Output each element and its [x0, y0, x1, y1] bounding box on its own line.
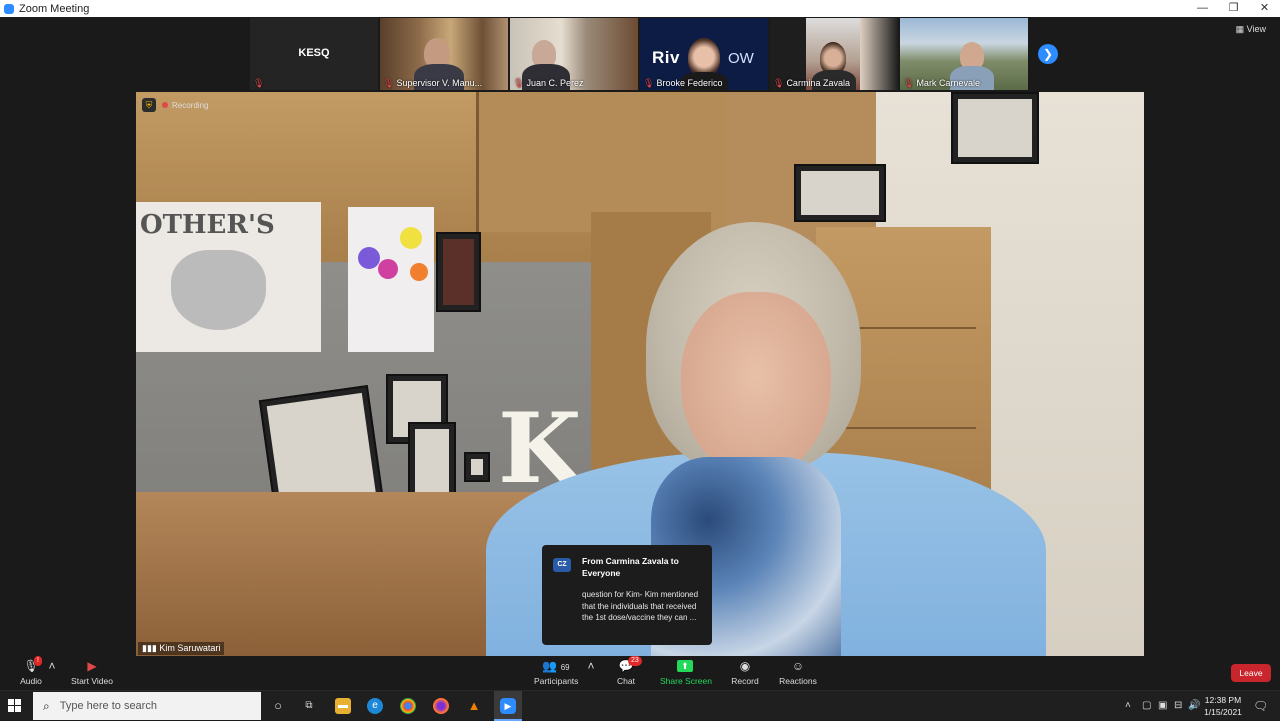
participants-options-chevron-icon[interactable]: ˄	[586, 658, 596, 676]
clock-date: 1/15/2021	[1204, 707, 1242, 717]
shield-icon[interactable]: ⛨	[142, 98, 156, 112]
chat-message: question for Kim- Kim mentioned that the…	[582, 590, 699, 622]
taskbar-clock[interactable]: 12:38 PM 1/15/2021	[1200, 694, 1246, 718]
photo-frame	[794, 164, 886, 222]
reactions-button[interactable]: ☺ Reactions	[778, 658, 818, 686]
view-button[interactable]: ▦ View	[1236, 24, 1266, 35]
record-button[interactable]: ◉ Record	[730, 658, 760, 686]
recording-dot-icon	[162, 102, 168, 108]
participant-tile[interactable]: 🎙 Supervisor V. Manu...	[380, 18, 508, 90]
notifications-icon[interactable]: 🗨	[1253, 691, 1268, 721]
chat-count-badge: 23	[628, 656, 642, 666]
video-off-icon: ▶	[87, 659, 97, 673]
gallery-next-arrow-icon[interactable]: ❯	[1038, 44, 1058, 64]
minimize-icon[interactable]: —	[1187, 0, 1218, 17]
chat-notification-popup[interactable]: CZ From Carmina Zavala to Everyone quest…	[542, 545, 712, 645]
windows-taskbar: ⌕ Type here to search ○ ⧉ ▬ e ▲ ▶ ˄ ▢ ▣ …	[0, 690, 1280, 721]
participant-tile[interactable]: 🎙 Carmina Zavala	[770, 18, 898, 90]
edge-browser-icon[interactable]: e	[367, 698, 383, 714]
zoom-window: Zoom Meeting — ❐ ✕ KESQ 🎙 🎙 Supervisor V.…	[0, 0, 1280, 721]
tray-app-icon[interactable]: ▣	[1158, 691, 1167, 721]
network-icon[interactable]: ⊟	[1174, 691, 1182, 721]
chat-button[interactable]: 💬 23 Chat	[614, 656, 642, 686]
recording-label: Recording	[172, 100, 209, 110]
muted-mic-icon: 🎙	[513, 78, 525, 88]
audio-options-chevron-icon[interactable]: ˄	[48, 658, 56, 676]
close-icon[interactable]: ✕	[1249, 0, 1280, 17]
vlc-icon[interactable]: ▲	[466, 698, 482, 714]
restore-icon[interactable]: ❐	[1218, 0, 1249, 17]
background-logo-text: Riv	[652, 48, 680, 67]
reactions-icon: ☺	[791, 659, 805, 673]
search-placeholder: Type here to search	[59, 700, 157, 712]
poster-text: OTHER'S	[140, 210, 275, 240]
background-logo-text: OW	[728, 50, 754, 67]
zoom-logo-icon	[4, 3, 14, 14]
photo-frame	[408, 422, 456, 500]
participant-name: Supervisor V. Manu...	[396, 78, 483, 88]
avatar: CZ	[553, 558, 571, 572]
chat-sender: From Carmina Zavala to Everyone	[582, 556, 679, 578]
window-title: Zoom Meeting	[19, 2, 90, 15]
task-view-icon[interactable]: ⧉	[301, 698, 317, 714]
share-screen-icon: ⬆	[677, 660, 693, 672]
search-icon: ⌕	[43, 698, 50, 713]
participant-gallery: KESQ 🎙 🎙 Supervisor V. Manu... 🎙 Juan C. P…	[250, 18, 1030, 90]
participant-tile[interactable]: 🎙 Juan C. Perez	[510, 18, 638, 90]
title-bar: Zoom Meeting — ❐ ✕	[0, 0, 1280, 17]
recording-indicator: ⛨ Recording	[142, 98, 208, 112]
tray-app-icon[interactable]: ▢	[1142, 691, 1151, 721]
wall-poster: OTHER'S	[136, 202, 321, 352]
participant-name: Carmina Zavala	[786, 78, 850, 88]
cortana-icon[interactable]: ○	[270, 698, 286, 714]
participant-name: KESQ	[298, 47, 330, 59]
signal-bars-icon: ▮▮▮	[142, 643, 160, 653]
taskbar-search-input[interactable]: ⌕ Type here to search	[33, 692, 261, 720]
participants-button[interactable]: 👥 69 Participants	[534, 658, 578, 686]
speaker-name-label: ▮▮▮ Kim Saruwatari	[138, 642, 225, 655]
share-screen-button[interactable]: ⬆ Share Screen	[660, 658, 712, 686]
meeting-toolbar: 🎙 ! Audio ˄ ▶ Start Video 👥 69 Participa…	[0, 656, 1280, 690]
audio-alert-badge: !	[34, 656, 42, 666]
participant-tile[interactable]: Riv OW 🎙 Brooke Federico	[640, 18, 768, 90]
tray-overflow-chevron-icon[interactable]: ˄	[1125, 691, 1131, 721]
muted-mic-icon: 🎙	[643, 78, 655, 88]
view-label: View	[1246, 24, 1266, 34]
participant-tile[interactable]: 🎙 Mark Carnevale	[900, 18, 1028, 90]
windows-start-icon[interactable]	[8, 699, 22, 713]
leave-button[interactable]: Leave	[1231, 664, 1271, 682]
window-controls: — ❐ ✕	[1187, 0, 1280, 17]
volume-icon[interactable]: 🔊	[1188, 691, 1200, 721]
photo-frame	[464, 452, 490, 482]
start-video-button[interactable]: ▶ Start Video	[70, 658, 114, 686]
participant-name: Mark Carnevale	[916, 78, 980, 88]
audio-button[interactable]: 🎙 ! Audio	[18, 656, 44, 686]
firefox-icon[interactable]	[433, 698, 449, 714]
record-icon: ◉	[739, 659, 751, 673]
muted-mic-icon: 🎙	[253, 78, 265, 88]
muted-mic-icon: 🎙	[903, 78, 915, 88]
muted-mic-icon: 🎙	[383, 78, 395, 88]
participants-icon: 👥	[542, 659, 558, 673]
participant-name: Juan C. Perez	[526, 78, 584, 88]
participants-count: 69	[560, 663, 570, 672]
speaker-face	[681, 292, 831, 477]
wall-drawing	[348, 207, 434, 352]
zoom-taskbar-icon[interactable]: ▶	[494, 691, 522, 721]
participant-name: Brooke Federico	[656, 78, 723, 88]
photo-frame	[951, 92, 1039, 164]
file-explorer-icon[interactable]: ▬	[335, 698, 351, 714]
participant-face	[688, 38, 720, 76]
photo-frame	[436, 232, 481, 312]
chrome-icon[interactable]	[400, 698, 416, 714]
muted-mic-icon: 🎙	[773, 78, 785, 88]
clock-time: 12:38 PM	[1204, 695, 1242, 705]
participant-tile-kesq[interactable]: KESQ 🎙	[250, 18, 378, 90]
